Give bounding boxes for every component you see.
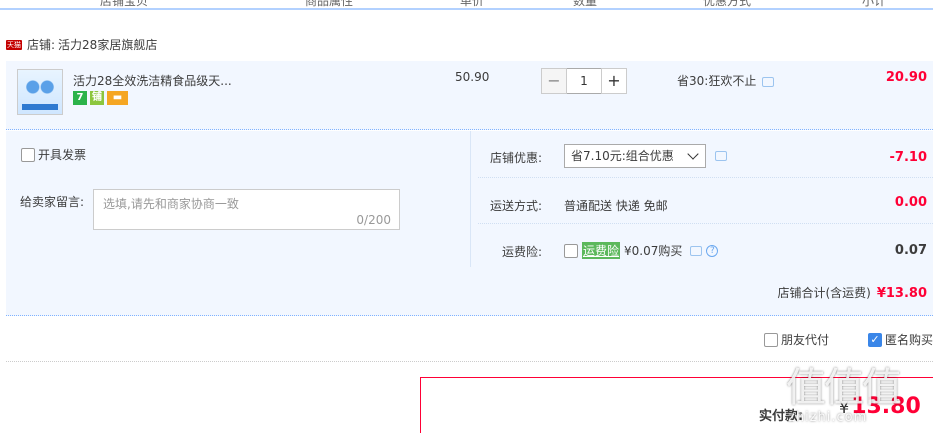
col-shop-items: 店铺宝贝 — [100, 0, 149, 8]
credit-card-icon[interactable]: ▬ — [107, 91, 128, 105]
divider — [470, 131, 471, 267]
col-attributes: 商品属性 — [305, 0, 354, 8]
shop-name-link[interactable]: 活力28家居旗舰店 — [58, 36, 157, 53]
invoice-label: 开具发票 — [38, 148, 87, 162]
shop-total-amount: ¥13.80 — [876, 286, 927, 301]
col-quantity: 数量 — [573, 0, 598, 8]
payment-amount-value: 13.80 — [851, 394, 921, 419]
shop-label: 店铺: — [27, 38, 56, 52]
quantity-input[interactable]: 1 — [567, 68, 601, 94]
col-subtotal: 小计 — [862, 0, 887, 8]
shipping-label: 运送方式: — [490, 199, 543, 213]
message-placeholder: 选填,请先和商家协商一致 — [103, 197, 239, 211]
divider — [6, 361, 933, 362]
currency-symbol: ¥ — [839, 398, 850, 417]
comment-icon[interactable] — [715, 151, 727, 161]
col-unit-price: 单价 — [460, 0, 485, 8]
item-row: 活力28全效洗洁精食品级天... 7 铺 ▬ 50.90 − 1 + 省30:狂… — [6, 61, 933, 130]
product-thumbnail[interactable] — [17, 69, 63, 115]
shop-discount-label: 店铺优惠: — [490, 151, 543, 165]
insurance-tag[interactable]: 运费险 — [582, 242, 621, 259]
seller-message-input[interactable]: 选填,请先和商家协商一致 0/200 — [93, 189, 400, 230]
shop-total-label: 店铺合计(含运费) — [777, 286, 871, 300]
increase-button[interactable]: + — [601, 68, 627, 94]
insurance-price: ¥0.07购买 — [624, 244, 683, 258]
item-subtotal: 20.90 — [885, 70, 927, 85]
unit-price: 50.90 — [455, 70, 490, 84]
anonymous-option[interactable]: ✓ 匿名购买 — [868, 331, 933, 348]
payment-label: 实付款: — [759, 409, 804, 424]
shop-guarantee-icon[interactable]: 铺 — [90, 91, 104, 105]
divider — [478, 223, 933, 224]
insurance-label: 运费险: — [502, 245, 543, 259]
anonymous-label: 匿名购买 — [885, 333, 933, 347]
friend-pay-checkbox[interactable] — [764, 332, 778, 347]
invoice-checkbox[interactable] — [21, 147, 35, 162]
comment-icon[interactable] — [762, 76, 775, 87]
insurance-option: 运费险 ¥0.07购买 ? — [564, 242, 719, 259]
help-icon[interactable]: ? — [706, 244, 719, 257]
decrease-button[interactable]: − — [541, 68, 567, 94]
divider — [478, 177, 933, 178]
quantity-stepper: − 1 + — [541, 68, 627, 94]
invoice-option[interactable]: 开具发票 — [21, 146, 86, 163]
column-header: 店铺宝贝 商品属性 单价 数量 优惠方式 小计 — [0, 0, 933, 10]
message-label: 给卖家留言: — [20, 195, 85, 209]
message-counter: 0/200 — [356, 213, 391, 227]
service-badges: 7 铺 ▬ — [73, 91, 128, 105]
shop-line: 天猫 店铺: 活力28家居旗舰店 — [6, 36, 157, 53]
comment-icon[interactable] — [690, 245, 703, 256]
shop-discount-amount: -7.10 — [889, 150, 927, 165]
item-discount-text: 省30:狂欢不止 — [677, 74, 757, 88]
tmall-icon: 天猫 — [6, 39, 22, 50]
shop-discount-select[interactable]: 省7.10元:组合优惠 — [564, 144, 706, 168]
insurance-amount: 0.07 — [894, 243, 927, 258]
chevron-down-icon — [687, 148, 699, 160]
friend-pay-option[interactable]: 朋友代付 — [764, 331, 829, 348]
product-title-link[interactable]: 活力28全效洗洁精食品级天... — [73, 72, 232, 89]
insurance-checkbox[interactable] — [564, 243, 578, 258]
shop-total: 店铺合计(含运费) ¥13.80 — [777, 284, 927, 301]
shipping-method: 普通配送 快递 免邮 — [564, 199, 668, 213]
order-options: 开具发票 给卖家留言: 选填,请先和商家协商一致 0/200 店铺优惠: 省7.… — [6, 131, 933, 316]
shipping-amount: 0.00 — [894, 195, 927, 210]
item-discount: 省30:狂欢不止 — [677, 72, 775, 89]
shop-discount-selected: 省7.10元:组合优惠 — [571, 149, 674, 163]
payment-summary: 实付款: ¥13.80 — [420, 377, 933, 433]
payment-amount: ¥13.80 — [839, 394, 921, 419]
col-discount: 优惠方式 — [703, 0, 752, 8]
friend-pay-label: 朋友代付 — [781, 333, 830, 347]
seven-day-return-icon[interactable]: 7 — [73, 91, 87, 105]
anonymous-checkbox[interactable]: ✓ — [868, 332, 882, 347]
